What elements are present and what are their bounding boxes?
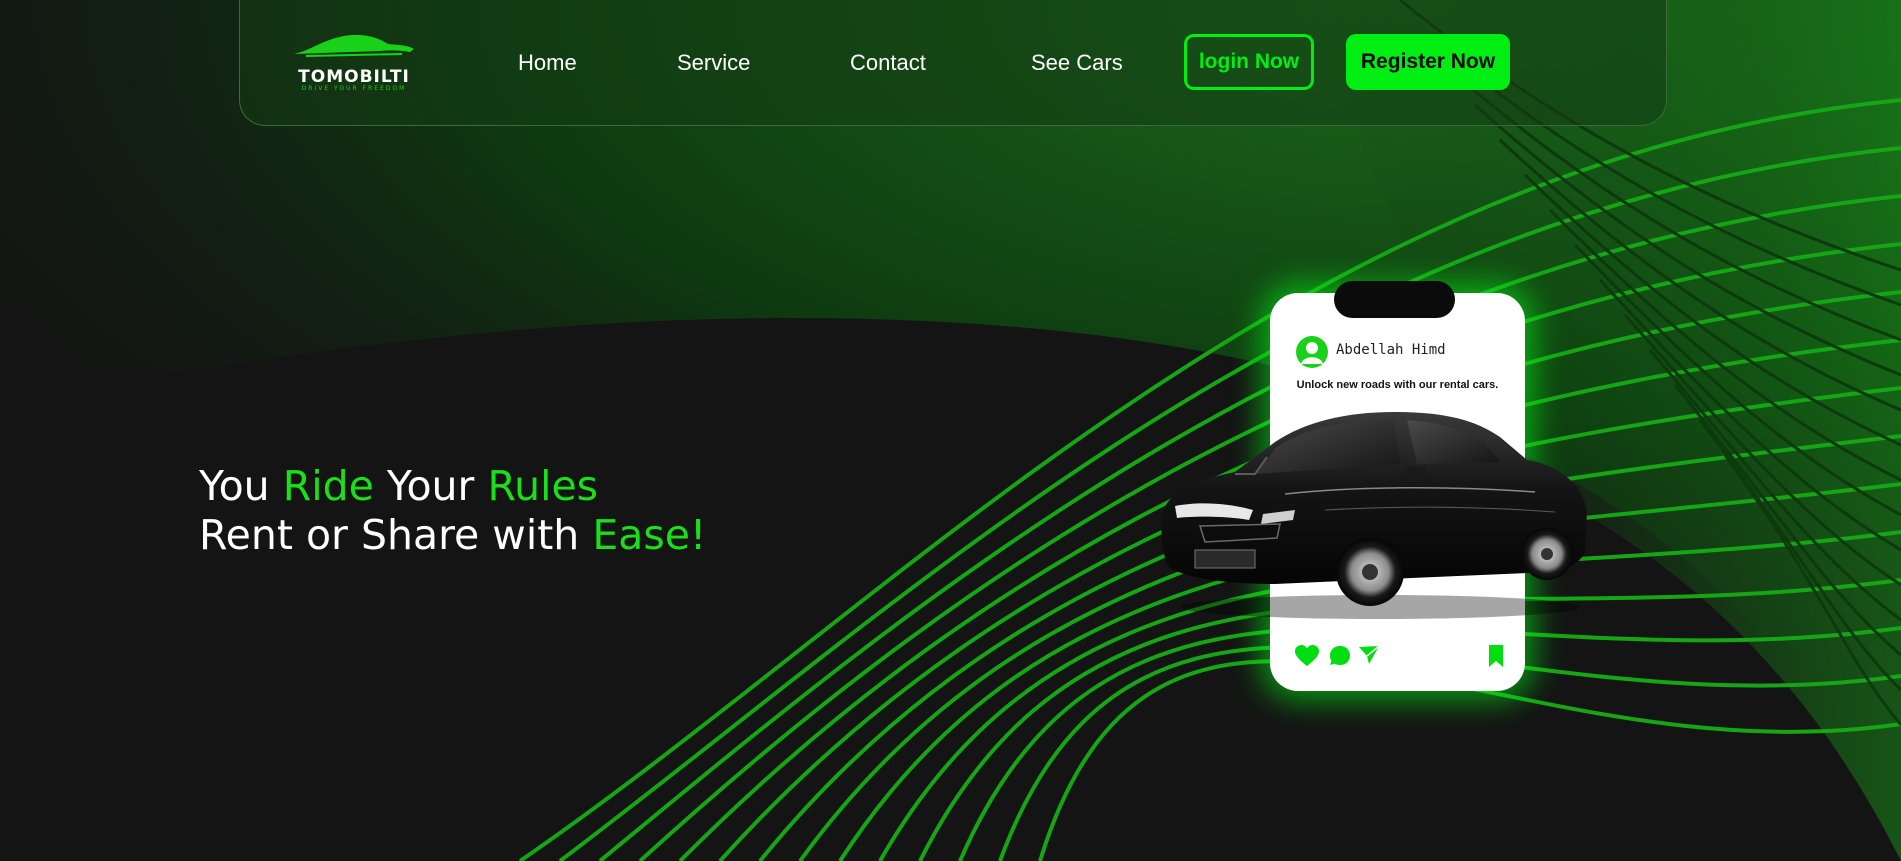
hero-headline: You Ride Your Rules Rent or Share with E… xyxy=(199,462,706,560)
navbar: TOMOBILTI DRIVE YOUR FREEDOM Home Servic… xyxy=(239,0,1667,126)
hero-word: Your xyxy=(373,462,488,510)
hero-word-accent: Ease! xyxy=(592,511,707,559)
car-image xyxy=(1161,412,1587,619)
hero-word-accent: Ride xyxy=(282,462,374,510)
nav-see-cars[interactable]: See Cars xyxy=(1031,50,1123,76)
hero-word: Rent or Share with xyxy=(199,511,593,559)
brand-name: TOMOBILTI xyxy=(298,67,410,87)
nav-service[interactable]: Service xyxy=(677,50,750,76)
background-graphic xyxy=(0,0,1901,861)
login-button[interactable]: login Now xyxy=(1184,34,1314,90)
heart-icon[interactable] xyxy=(1294,644,1320,668)
brand-tagline: DRIVE YOUR FREEDOM xyxy=(301,85,407,92)
post-username[interactable]: Abdellah Himd xyxy=(1336,342,1446,358)
brand-logo[interactable]: TOMOBILTI DRIVE YOUR FREEDOM xyxy=(292,30,416,94)
comment-icon[interactable] xyxy=(1328,644,1352,668)
send-icon[interactable] xyxy=(1358,644,1380,666)
phone-notch xyxy=(1334,281,1455,318)
car-logo-icon xyxy=(294,34,414,57)
hero-line-2: Rent or Share with Ease! xyxy=(199,511,706,560)
post-caption: Unlock new roads with our rental cars. xyxy=(1296,379,1499,391)
nav-home[interactable]: Home xyxy=(518,50,577,76)
hero-word: You xyxy=(199,462,283,510)
nav-contact[interactable]: Contact xyxy=(850,50,926,76)
post-actions xyxy=(1294,644,1504,670)
user-avatar-icon xyxy=(1296,336,1328,368)
register-button[interactable]: Register Now xyxy=(1346,34,1510,90)
bookmark-icon[interactable] xyxy=(1487,644,1505,668)
hero-line-1: You Ride Your Rules xyxy=(199,462,706,511)
hero-word-accent: Rules xyxy=(487,462,599,510)
